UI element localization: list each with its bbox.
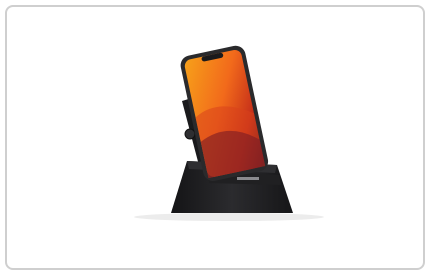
product-image-frame	[5, 5, 425, 270]
floor-shadow	[134, 213, 324, 221]
phone-stand-illustration	[134, 45, 324, 221]
stand-holder-slot	[237, 177, 259, 180]
product-photo	[127, 41, 327, 231]
stand-hinge	[184, 128, 196, 140]
